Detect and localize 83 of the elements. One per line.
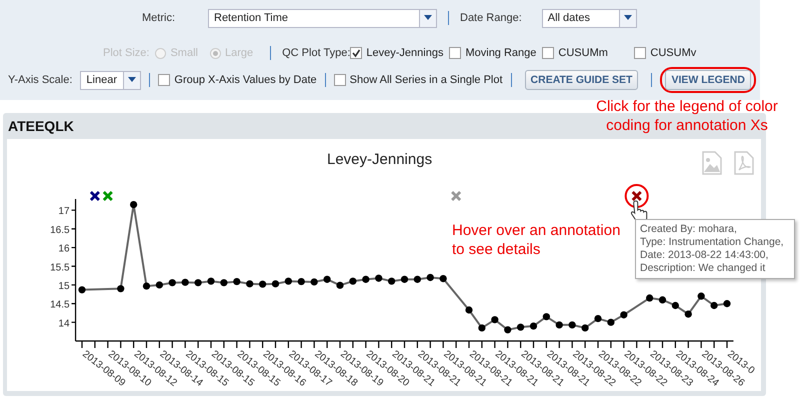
y-tick-label: 14 [58, 318, 70, 330]
data-point [168, 279, 176, 286]
data-point [440, 275, 447, 282]
data-point [698, 292, 705, 300]
y-tick-label: 17 [58, 206, 70, 218]
qc-plot-type-label: QC Plot Type: [282, 47, 350, 59]
data-point [530, 322, 538, 330]
tooltip-line: Type: Instrumentation Change, [640, 236, 785, 249]
data-point [414, 276, 421, 283]
y-axis-scale-label: Y-Axis Scale: [8, 74, 72, 86]
option-checkbox[interactable]: Group X-Axis Values by Date [158, 74, 317, 86]
data-point [607, 318, 614, 326]
legend-callout-text: Click for the legend of color coding for annotation Xs [595, 97, 779, 135]
data-point [349, 278, 356, 285]
hover-callout-text: Hover over an annotation to see details [452, 221, 622, 259]
data-point [117, 285, 124, 292]
data-point [491, 316, 498, 324]
panel-title: ATEEQLK [8, 118, 74, 134]
data-point [272, 280, 280, 288]
data-point [220, 279, 228, 286]
data-point [478, 324, 486, 332]
data-point [426, 274, 434, 282]
data-point [130, 201, 138, 208]
data-point [568, 321, 576, 329]
metric-label: Metric: [142, 12, 176, 24]
plot-type-checkbox[interactable]: Moving Range [449, 47, 536, 59]
guide-set-button[interactable]: CREATE GUIDE SET [524, 70, 638, 90]
y-tick-label: 15.5 [50, 262, 70, 274]
y-tick-label: 14.5 [50, 300, 70, 311]
data-point [465, 306, 473, 314]
data-point [284, 278, 292, 285]
data-point [542, 313, 550, 320]
data-point [556, 321, 563, 329]
data-point [646, 294, 654, 302]
data-point [684, 310, 692, 318]
y-tick-label: 16.5 [50, 224, 70, 236]
data-point [375, 274, 382, 282]
data-point [194, 279, 202, 286]
tooltip-line: Created By: mohara, [640, 223, 738, 236]
data-point [504, 326, 512, 334]
annotation-marker[interactable] [102, 191, 113, 201]
plot-type-checkbox[interactable]: CUSUMv [634, 47, 720, 59]
data-point [156, 281, 163, 289]
y-tick-label: 15 [58, 280, 70, 292]
tooltip-line: Date: 2013-08-22 14:43:00, [640, 249, 770, 262]
plot-size-label: Plot Size: [103, 47, 150, 59]
plot-type-checkbox[interactable]: Levey-Jennings [350, 47, 444, 59]
data-point [672, 302, 679, 310]
data-point [594, 314, 602, 322]
data-point [298, 278, 305, 286]
metric-dropdown[interactable]: Retention Time [208, 8, 437, 28]
data-point [710, 302, 718, 310]
y-tick-label: 16 [58, 244, 70, 255]
data-point [259, 280, 266, 288]
date-range-dropdown[interactable]: All dates [542, 8, 637, 28]
data-point [207, 278, 215, 285]
data-point [324, 276, 331, 283]
data-point [400, 276, 408, 283]
annotation-marker[interactable] [90, 191, 100, 201]
annotation-marker[interactable] [632, 191, 642, 201]
data-point [582, 324, 589, 332]
legend-button[interactable]: VIEW LEGEND [665, 70, 751, 90]
date-range-label: Date Range: [460, 12, 522, 24]
data-point [362, 276, 370, 283]
data-point [233, 278, 240, 286]
chart-title: Levey-Jennings [327, 151, 432, 168]
checkmark-icon [351, 48, 362, 58]
option-checkbox[interactable]: Show All Series in a Single Plot [334, 74, 503, 86]
data-point [723, 300, 731, 308]
data-point [142, 282, 150, 290]
data-point [78, 286, 86, 294]
data-point [620, 311, 628, 318]
data-point [658, 296, 666, 304]
annotation-marker[interactable] [451, 191, 462, 201]
data-point [336, 282, 344, 289]
data-point [310, 278, 318, 286]
y-axis-scale-dropdown[interactable]: Linear [80, 70, 142, 90]
data-point [517, 324, 524, 331]
data-point [182, 278, 189, 286]
plot-type-checkbox[interactable]: CUSUMm [542, 47, 628, 59]
tooltip-line: Description: We changed it [640, 262, 766, 275]
data-point [388, 278, 396, 285]
data-point [246, 280, 254, 288]
